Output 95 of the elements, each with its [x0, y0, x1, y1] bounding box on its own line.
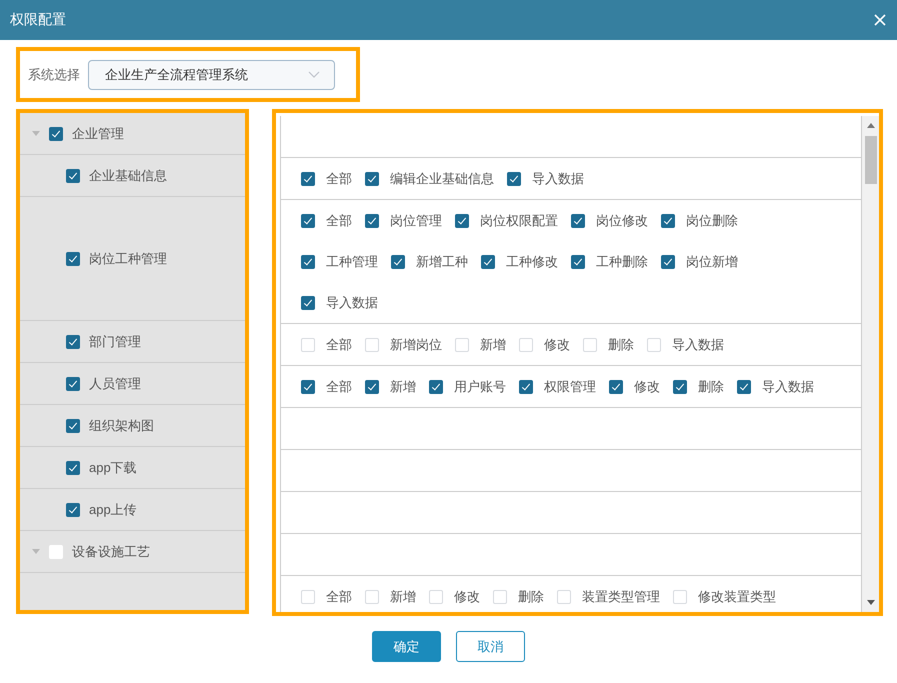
checkbox[interactable]	[737, 380, 751, 394]
cancel-button[interactable]: 取消	[456, 631, 525, 662]
permission-label[interactable]: 工种删除	[596, 252, 648, 270]
checkbox[interactable]	[49, 544, 63, 558]
checkbox[interactable]	[673, 590, 687, 604]
checkbox[interactable]	[365, 172, 379, 186]
checkbox[interactable]	[519, 338, 533, 352]
permission-label[interactable]: 编辑企业基础信息	[390, 170, 494, 188]
permission-label[interactable]: 修改	[634, 378, 660, 396]
field-label: 系统选择	[28, 66, 80, 84]
checkbox[interactable]	[365, 380, 379, 394]
module-label[interactable]: 人员管理	[89, 374, 141, 392]
module-label[interactable]: 组织架构图	[89, 416, 154, 434]
checkbox[interactable]	[661, 214, 675, 228]
permission-label[interactable]: 权限管理	[544, 378, 596, 396]
permission-label[interactable]: 工种修改	[506, 252, 558, 270]
checkbox[interactable]	[455, 338, 469, 352]
module-label[interactable]: app下载	[89, 458, 137, 476]
module-label[interactable]: 岗位工种管理	[89, 250, 167, 268]
scrollbar-thumb[interactable]	[864, 136, 876, 184]
checkbox[interactable]	[49, 126, 63, 140]
permission-label[interactable]: 全部	[326, 378, 352, 396]
permission-label[interactable]: 导入数据	[762, 378, 814, 396]
permission-label[interactable]: 岗位管理	[390, 212, 442, 230]
checkbox[interactable]	[66, 376, 80, 390]
checkbox[interactable]	[66, 460, 80, 474]
permission-label[interactable]: 修改	[454, 588, 480, 606]
permission-label[interactable]: 全部	[326, 588, 352, 606]
permission-label[interactable]: 全部	[326, 336, 352, 354]
permission-label[interactable]: 岗位修改	[596, 212, 648, 230]
close-icon[interactable]	[873, 13, 887, 27]
permission-label[interactable]: 新增	[480, 336, 506, 354]
checkbox[interactable]	[66, 502, 80, 516]
permission-label[interactable]: 删除	[608, 336, 634, 354]
checkbox[interactable]	[301, 338, 315, 352]
scroll-down-icon[interactable]	[866, 600, 874, 605]
module-label[interactable]: 企业管理	[72, 124, 124, 142]
checkbox[interactable]	[66, 334, 80, 348]
permission-label[interactable]: 删除	[698, 378, 724, 396]
permission-label[interactable]: 全部	[326, 212, 352, 230]
module-label[interactable]: 设备设施工艺	[72, 542, 150, 560]
checkbox[interactable]	[481, 254, 495, 268]
checkbox[interactable]	[673, 380, 687, 394]
checkbox[interactable]	[301, 254, 315, 268]
checkbox[interactable]	[391, 254, 405, 268]
checkbox[interactable]	[493, 590, 507, 604]
checkbox[interactable]	[365, 338, 379, 352]
module-label[interactable]: app上传	[89, 500, 137, 518]
scroll-up-icon[interactable]	[866, 123, 874, 128]
scrollbar[interactable]	[862, 116, 879, 612]
checkbox[interactable]	[583, 338, 597, 352]
permission-label[interactable]: 删除	[518, 588, 544, 606]
chevron-down-icon	[308, 71, 320, 78]
permission-label[interactable]: 装置类型管理	[582, 588, 660, 606]
permission-label[interactable]: 新增工种	[416, 252, 468, 270]
checkbox[interactable]	[507, 172, 521, 186]
checkbox[interactable]	[571, 214, 585, 228]
checkbox[interactable]	[66, 418, 80, 432]
permission-label[interactable]: 导入数据	[326, 294, 378, 312]
permission-label[interactable]: 新增岗位	[390, 336, 442, 354]
checkbox[interactable]	[301, 380, 315, 394]
checkbox[interactable]	[661, 254, 675, 268]
permission-label[interactable]: 岗位权限配置	[480, 212, 558, 230]
permission-label[interactable]: 工种管理	[326, 252, 378, 270]
checkbox[interactable]	[66, 252, 80, 266]
checkbox[interactable]	[647, 338, 661, 352]
permission-label[interactable]: 修改	[544, 336, 570, 354]
module-label[interactable]: 部门管理	[89, 332, 141, 350]
permission-label[interactable]: 导入数据	[532, 170, 584, 188]
checkbox[interactable]	[557, 590, 571, 604]
checkbox[interactable]	[301, 214, 315, 228]
permission-label[interactable]: 修改装置类型	[698, 588, 776, 606]
checkbox[interactable]	[429, 590, 443, 604]
permission-label[interactable]: 新增	[390, 588, 416, 606]
permission-label[interactable]: 新增	[390, 378, 416, 396]
module-label[interactable]: 企业基础信息	[89, 166, 167, 184]
checkbox[interactable]	[571, 254, 585, 268]
checkbox[interactable]	[609, 380, 623, 394]
checkbox[interactable]	[66, 168, 80, 182]
permission-label[interactable]: 岗位新增	[686, 252, 738, 270]
checkbox[interactable]	[301, 172, 315, 186]
checkbox[interactable]	[519, 380, 533, 394]
dialog-title: 权限配置	[10, 11, 66, 29]
permission-label[interactable]: 全部	[326, 170, 352, 188]
confirm-button[interactable]: 确定	[372, 631, 441, 662]
checkbox[interactable]	[365, 214, 379, 228]
checkbox[interactable]	[301, 296, 315, 310]
checkbox[interactable]	[455, 214, 469, 228]
permission-label[interactable]: 岗位删除	[686, 212, 738, 230]
permission-label[interactable]: 导入数据	[672, 336, 724, 354]
system-dropdown[interactable]: 企业生产全流程管理系统	[88, 60, 335, 90]
checkbox[interactable]	[301, 590, 315, 604]
permission-label[interactable]: 用户账号	[454, 378, 506, 396]
checkbox[interactable]	[365, 590, 379, 604]
checkbox[interactable]	[429, 380, 443, 394]
